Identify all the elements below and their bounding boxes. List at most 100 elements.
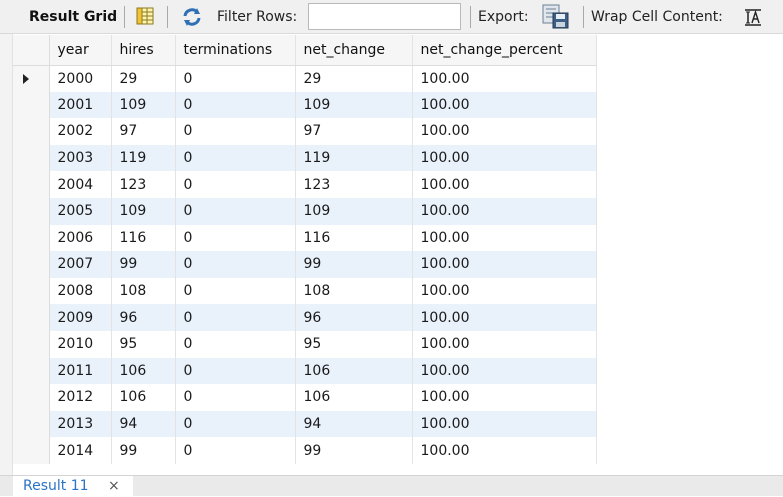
cell-net-change-percent[interactable]: 100.00 bbox=[412, 224, 597, 252]
cell-net-change[interactable]: 99 bbox=[295, 251, 413, 278]
cell-hires[interactable]: 95 bbox=[111, 330, 176, 358]
row-indicator[interactable] bbox=[13, 65, 50, 92]
table-row[interactable]: 2006 116 0 116 100.00 bbox=[13, 224, 597, 252]
tab-result-11[interactable]: Result 11 × bbox=[13, 476, 133, 497]
filter-rows-input[interactable] bbox=[308, 3, 461, 30]
cell-terminations[interactable]: 0 bbox=[175, 91, 296, 119]
row-indicator[interactable] bbox=[13, 304, 50, 331]
cell-terminations[interactable]: 0 bbox=[175, 144, 296, 172]
cell-net-change-percent[interactable]: 100.00 bbox=[412, 251, 597, 278]
cell-year[interactable]: 2009 bbox=[49, 304, 112, 331]
cell-net-change[interactable]: 108 bbox=[295, 277, 413, 305]
cell-hires[interactable]: 94 bbox=[111, 410, 176, 438]
cell-hires[interactable]: 97 bbox=[111, 118, 176, 145]
table-row[interactable]: 2004 123 0 123 100.00 bbox=[13, 171, 597, 198]
column-header-hires[interactable]: hires bbox=[111, 35, 176, 66]
cell-net-change-percent[interactable]: 100.00 bbox=[412, 277, 597, 305]
cell-terminations[interactable]: 0 bbox=[175, 357, 296, 385]
cell-terminations[interactable]: 0 bbox=[175, 277, 296, 305]
table-row[interactable]: 2003 119 0 119 100.00 bbox=[13, 144, 597, 172]
cell-year[interactable]: 2003 bbox=[49, 144, 112, 172]
table-row[interactable]: 2001 109 0 109 100.00 bbox=[13, 91, 597, 119]
cell-net-change[interactable]: 119 bbox=[295, 144, 413, 172]
cell-hires[interactable]: 106 bbox=[111, 357, 176, 385]
cell-net-change-percent[interactable]: 100.00 bbox=[412, 171, 597, 198]
table-row[interactable]: 2005 109 0 109 100.00 bbox=[13, 197, 597, 225]
table-row[interactable]: 2012 106 0 106 100.00 bbox=[13, 384, 597, 411]
table-row[interactable]: 2000 29 0 29 100.00 bbox=[13, 65, 597, 92]
grid-layout-icon[interactable] bbox=[135, 6, 155, 26]
cell-net-change[interactable]: 96 bbox=[295, 304, 413, 331]
cell-net-change-percent[interactable]: 100.00 bbox=[412, 304, 597, 331]
cell-terminations[interactable]: 0 bbox=[175, 197, 296, 225]
table-row[interactable]: 2013 94 0 94 100.00 bbox=[13, 410, 597, 438]
row-indicator[interactable] bbox=[13, 410, 50, 438]
cell-net-change[interactable]: 123 bbox=[295, 171, 413, 198]
row-indicator[interactable] bbox=[13, 357, 50, 385]
cell-terminations[interactable]: 0 bbox=[175, 384, 296, 411]
row-indicator[interactable] bbox=[13, 330, 50, 358]
cell-hires[interactable]: 99 bbox=[111, 251, 176, 278]
cell-terminations[interactable]: 0 bbox=[175, 304, 296, 331]
row-indicator[interactable] bbox=[13, 384, 50, 411]
cell-terminations[interactable]: 0 bbox=[175, 410, 296, 438]
cell-net-change[interactable]: 106 bbox=[295, 357, 413, 385]
refresh-filter-icon[interactable] bbox=[181, 6, 203, 28]
export-icon[interactable] bbox=[542, 4, 570, 30]
cell-net-change-percent[interactable]: 100.00 bbox=[412, 197, 597, 225]
cell-hires[interactable]: 123 bbox=[111, 171, 176, 198]
cell-net-change-percent[interactable]: 100.00 bbox=[412, 357, 597, 385]
cell-net-change[interactable]: 94 bbox=[295, 410, 413, 438]
cell-year[interactable]: 2000 bbox=[49, 65, 112, 92]
cell-net-change[interactable]: 116 bbox=[295, 224, 413, 252]
cell-net-change[interactable]: 109 bbox=[295, 197, 413, 225]
result-grid[interactable]: year hires terminations net_change net_c… bbox=[13, 35, 599, 474]
cell-year[interactable]: 2005 bbox=[49, 197, 112, 225]
column-header-terminations[interactable]: terminations bbox=[175, 35, 296, 66]
cell-net-change[interactable]: 99 bbox=[295, 437, 413, 464]
cell-terminations[interactable]: 0 bbox=[175, 437, 296, 464]
cell-net-change-percent[interactable]: 100.00 bbox=[412, 437, 597, 464]
table-row[interactable]: 2008 108 0 108 100.00 bbox=[13, 277, 597, 305]
cell-net-change-percent[interactable]: 100.00 bbox=[412, 65, 597, 92]
cell-terminations[interactable]: 0 bbox=[175, 171, 296, 198]
cell-net-change[interactable]: 106 bbox=[295, 384, 413, 411]
row-indicator[interactable] bbox=[13, 251, 50, 278]
column-header-year[interactable]: year bbox=[49, 35, 112, 66]
table-row[interactable]: 2007 99 0 99 100.00 bbox=[13, 251, 597, 278]
cell-hires[interactable]: 96 bbox=[111, 304, 176, 331]
cell-net-change-percent[interactable]: 100.00 bbox=[412, 384, 597, 411]
cell-hires[interactable]: 109 bbox=[111, 91, 176, 119]
cell-year[interactable]: 2010 bbox=[49, 330, 112, 358]
cell-hires[interactable]: 116 bbox=[111, 224, 176, 252]
row-indicator[interactable] bbox=[13, 144, 50, 172]
cell-net-change[interactable]: 109 bbox=[295, 91, 413, 119]
cell-year[interactable]: 2014 bbox=[49, 437, 112, 464]
cell-hires[interactable]: 106 bbox=[111, 384, 176, 411]
cell-terminations[interactable]: 0 bbox=[175, 224, 296, 252]
row-indicator[interactable] bbox=[13, 197, 50, 225]
table-row[interactable]: 2002 97 0 97 100.00 bbox=[13, 118, 597, 145]
cell-hires[interactable]: 108 bbox=[111, 277, 176, 305]
column-header-net-change[interactable]: net_change bbox=[295, 35, 413, 66]
cell-hires[interactable]: 29 bbox=[111, 65, 176, 92]
cell-terminations[interactable]: 0 bbox=[175, 118, 296, 145]
row-indicator[interactable] bbox=[13, 277, 50, 305]
cell-year[interactable]: 2006 bbox=[49, 224, 112, 252]
cell-net-change-percent[interactable]: 100.00 bbox=[412, 144, 597, 172]
cell-year[interactable]: 2001 bbox=[49, 91, 112, 119]
cell-hires[interactable]: 109 bbox=[111, 197, 176, 225]
row-indicator[interactable] bbox=[13, 437, 50, 464]
table-row[interactable]: 2009 96 0 96 100.00 bbox=[13, 304, 597, 331]
cell-year[interactable]: 2011 bbox=[49, 357, 112, 385]
column-header-net-change-percent[interactable]: net_change_percent bbox=[412, 35, 597, 66]
table-row[interactable]: 2011 106 0 106 100.00 bbox=[13, 357, 597, 385]
cell-year[interactable]: 2008 bbox=[49, 277, 112, 305]
cell-net-change-percent[interactable]: 100.00 bbox=[412, 118, 597, 145]
cell-hires[interactable]: 119 bbox=[111, 144, 176, 172]
cell-terminations[interactable]: 0 bbox=[175, 251, 296, 278]
cell-year[interactable]: 2004 bbox=[49, 171, 112, 198]
cell-year[interactable]: 2007 bbox=[49, 251, 112, 278]
cell-terminations[interactable]: 0 bbox=[175, 330, 296, 358]
cell-net-change[interactable]: 95 bbox=[295, 330, 413, 358]
